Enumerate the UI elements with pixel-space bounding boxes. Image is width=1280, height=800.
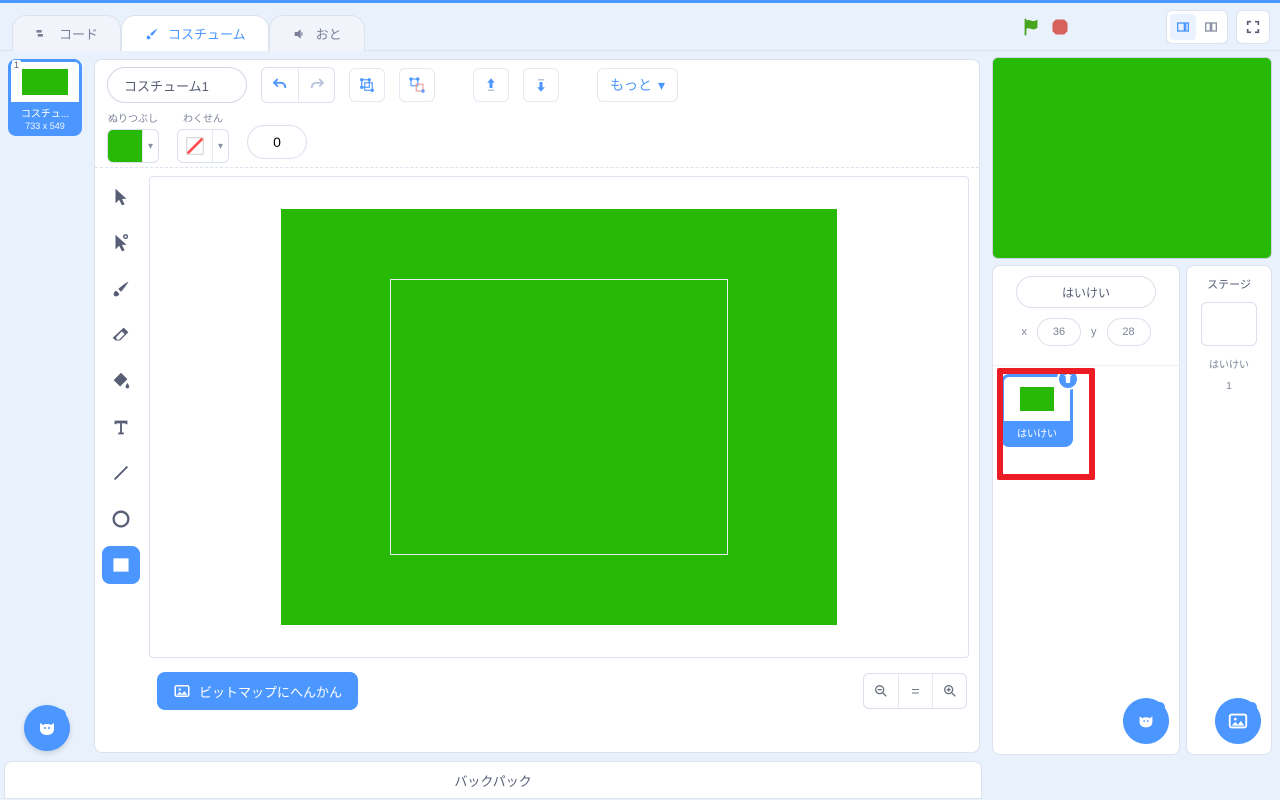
select-tool[interactable] bbox=[102, 178, 140, 216]
group-button[interactable] bbox=[349, 68, 385, 102]
thumbnail-preview bbox=[21, 68, 69, 96]
sprite-panel: はいけい x 36 y 28 はいけい bbox=[992, 265, 1180, 755]
stage-count: 1 bbox=[1226, 381, 1232, 392]
redo-button[interactable] bbox=[298, 68, 334, 102]
chevron-down-icon: ▾ bbox=[658, 77, 665, 94]
convert-bitmap-button[interactable]: ビットマップにへんかん bbox=[157, 672, 358, 710]
tab-sounds[interactable]: おと bbox=[269, 15, 365, 51]
tab-code[interactable]: コード bbox=[12, 15, 121, 51]
sprite-item-label: はいけい bbox=[1004, 421, 1070, 444]
reshape-tool[interactable] bbox=[102, 224, 140, 262]
eraser-tool[interactable] bbox=[102, 316, 140, 354]
brush-icon bbox=[144, 26, 160, 42]
stage-large-button[interactable] bbox=[1198, 14, 1224, 40]
costume-number: 1 bbox=[12, 60, 21, 70]
backpack-bar[interactable]: バックパック bbox=[4, 761, 982, 799]
rectangle-tool[interactable] bbox=[102, 546, 140, 584]
zoom-in-button[interactable] bbox=[932, 674, 966, 708]
outline-label: わくせん bbox=[183, 110, 223, 125]
tab-costumes-label: コスチューム bbox=[168, 24, 246, 43]
zoom-reset-button[interactable]: = bbox=[898, 674, 932, 708]
x-label: x bbox=[1022, 326, 1028, 338]
tab-sounds-label: おと bbox=[316, 24, 342, 43]
line-tool[interactable] bbox=[102, 454, 140, 492]
ungroup-button[interactable] bbox=[399, 68, 435, 102]
stop-icon[interactable] bbox=[1050, 17, 1070, 37]
costume-name-input[interactable] bbox=[107, 67, 247, 103]
y-value[interactable]: 28 bbox=[1107, 318, 1151, 346]
chevron-down-icon: ▾ bbox=[212, 130, 228, 162]
code-icon bbox=[35, 26, 51, 42]
text-tool[interactable] bbox=[102, 408, 140, 446]
brush-tool[interactable] bbox=[102, 270, 140, 308]
outline-color-button[interactable]: ▾ bbox=[177, 129, 229, 163]
sprite-name-input[interactable]: はいけい bbox=[1016, 276, 1156, 308]
more-button[interactable]: もっと▾ bbox=[597, 68, 678, 102]
y-label: y bbox=[1091, 326, 1097, 338]
tool-column bbox=[95, 168, 147, 666]
add-costume-button[interactable] bbox=[24, 705, 70, 751]
outline-width-input[interactable] bbox=[247, 125, 307, 159]
zoom-out-button[interactable] bbox=[864, 674, 898, 708]
add-sprite-button[interactable] bbox=[1123, 698, 1169, 744]
costume-thumbnail[interactable]: 1 コスチュ... 733 x 549 bbox=[8, 59, 82, 136]
sound-icon bbox=[292, 26, 308, 42]
image-icon bbox=[1227, 710, 1249, 732]
chevron-down-icon: ▾ bbox=[142, 130, 158, 162]
trash-icon bbox=[1062, 373, 1074, 385]
stage-caption: はいけい bbox=[1209, 356, 1249, 371]
sprite-item[interactable]: はいけい bbox=[1001, 374, 1073, 447]
stage-small-button[interactable] bbox=[1170, 14, 1196, 40]
circle-tool[interactable] bbox=[102, 500, 140, 538]
delete-sprite-button[interactable] bbox=[1057, 368, 1079, 390]
tab-code-label: コード bbox=[59, 24, 98, 43]
stage-title: ステージ bbox=[1207, 276, 1251, 292]
cat-icon bbox=[1135, 710, 1157, 732]
paint-canvas[interactable] bbox=[149, 176, 969, 658]
fill-color-button[interactable]: ▾ bbox=[107, 129, 159, 163]
undo-button[interactable] bbox=[262, 68, 298, 102]
add-backdrop-button[interactable] bbox=[1215, 698, 1261, 744]
image-icon bbox=[173, 682, 191, 700]
stage-thumbnail[interactable] bbox=[1201, 302, 1257, 346]
green-flag-icon[interactable] bbox=[1020, 16, 1042, 38]
tab-costumes[interactable]: コスチューム bbox=[121, 15, 269, 51]
cat-icon bbox=[35, 716, 59, 740]
stage-preview[interactable] bbox=[992, 57, 1272, 259]
fill-tool[interactable] bbox=[102, 362, 140, 400]
fill-label: ぬりつぶし bbox=[108, 110, 158, 125]
no-outline-swatch bbox=[178, 130, 212, 162]
costume-thumb-size: 733 x 549 bbox=[11, 120, 79, 133]
fill-swatch bbox=[108, 130, 142, 162]
stage-panel: ステージ はいけい 1 bbox=[1186, 265, 1272, 755]
backward-button[interactable] bbox=[523, 68, 559, 102]
x-value[interactable]: 36 bbox=[1037, 318, 1081, 346]
selection-rectangle[interactable] bbox=[390, 279, 728, 555]
forward-button[interactable] bbox=[473, 68, 509, 102]
fullscreen-button[interactable] bbox=[1240, 14, 1266, 40]
costume-thumb-label: コスチュ... bbox=[11, 102, 79, 120]
tab-bar: コード コスチューム おと bbox=[0, 3, 990, 50]
sprite-preview bbox=[1019, 386, 1055, 412]
green-rectangle[interactable] bbox=[281, 209, 837, 625]
